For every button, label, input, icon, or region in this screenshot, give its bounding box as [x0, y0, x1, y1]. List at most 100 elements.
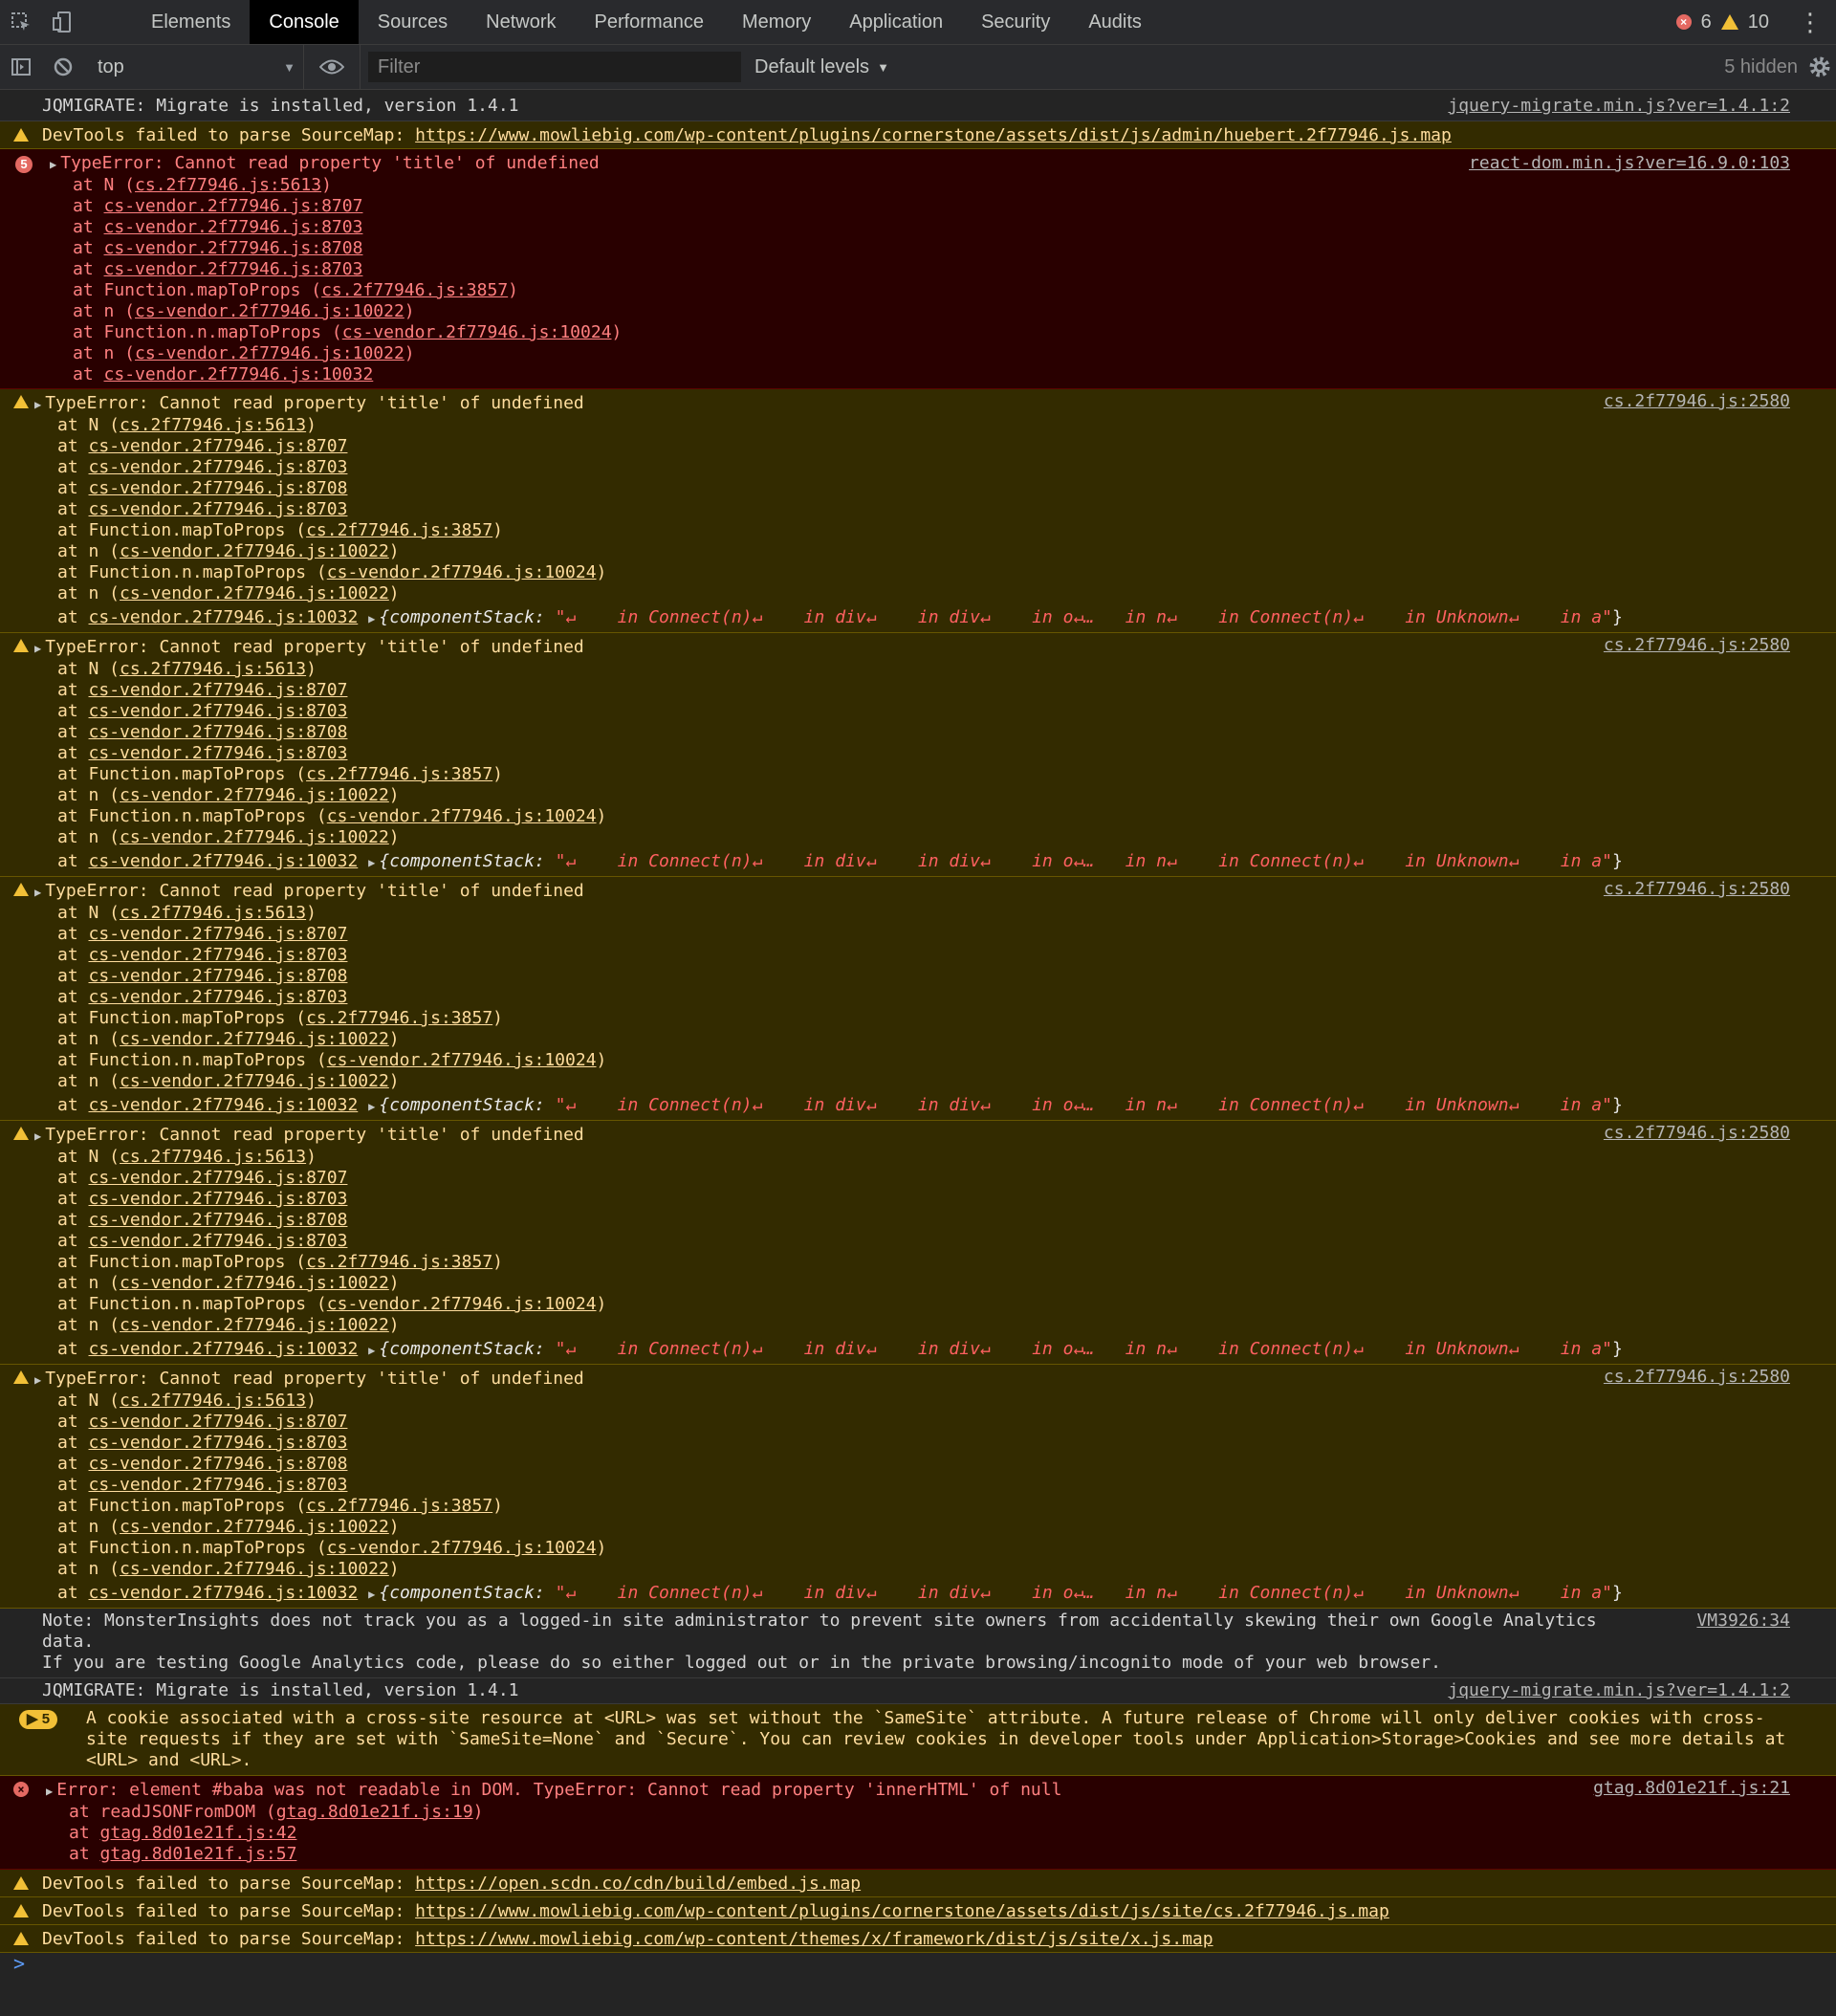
- stack-frame-link[interactable]: cs-vendor.2f77946.js:10022: [120, 1029, 389, 1049]
- stack-frame-link[interactable]: cs.2f77946.js:5613: [135, 175, 321, 195]
- stack-frame-link[interactable]: cs-vendor.2f77946.js:8703: [104, 217, 363, 237]
- stack-frame-link[interactable]: cs.2f77946.js:5613: [120, 1147, 306, 1167]
- message-source-link[interactable]: cs.2f77946.js:2580: [1604, 879, 1790, 900]
- stack-frame-link[interactable]: cs-vendor.2f77946.js:10022: [120, 1559, 389, 1579]
- sourcemap-link[interactable]: https://open.scdn.co/cdn/build/embed.js.…: [415, 1874, 861, 1894]
- stack-frame-link[interactable]: cs.2f77946.js:3857: [306, 764, 492, 784]
- stack-frame-link[interactable]: cs-vendor.2f77946.js:8708: [89, 1210, 348, 1230]
- console-prompt[interactable]: >: [0, 1953, 1836, 1974]
- stack-frame-link[interactable]: cs.2f77946.js:5613: [120, 415, 306, 435]
- stack-frame-link[interactable]: cs-vendor.2f77946.js:8707: [104, 196, 363, 216]
- gear-icon[interactable]: [1807, 55, 1832, 84]
- stack-frame-link[interactable]: cs-vendor.2f77946.js:8707: [89, 1168, 348, 1188]
- stack-frame-link[interactable]: cs-vendor.2f77946.js:10024: [327, 1050, 597, 1070]
- stack-frame-link[interactable]: cs-vendor.2f77946.js:10032: [89, 1583, 359, 1603]
- tab-sources[interactable]: Sources: [359, 0, 467, 44]
- stack-frame-link[interactable]: cs-vendor.2f77946.js:10032: [89, 1095, 359, 1115]
- message-source-link[interactable]: cs.2f77946.js:2580: [1604, 1123, 1790, 1144]
- tab-application[interactable]: Application: [830, 0, 962, 44]
- stack-frame-link[interactable]: cs.2f77946.js:3857: [306, 1008, 492, 1028]
- message-source-link[interactable]: react-dom.min.js?ver=16.9.0:103: [1469, 153, 1790, 174]
- tab-elements[interactable]: Elements: [132, 0, 250, 44]
- warning-count-badge[interactable]: ▶ 5: [19, 1708, 58, 1729]
- stack-frame-link[interactable]: cs-vendor.2f77946.js:10024: [327, 1294, 597, 1314]
- message-text[interactable]: ▶ TypeError: Cannot read property 'title'…: [34, 637, 1798, 659]
- stack-frame-link[interactable]: cs-vendor.2f77946.js:10024: [327, 1538, 597, 1558]
- stack-frame-link[interactable]: cs-vendor.2f77946.js:8703: [89, 499, 348, 519]
- stack-frame-link[interactable]: cs-vendor.2f77946.js:8707: [89, 924, 348, 944]
- tab-performance[interactable]: Performance: [576, 0, 724, 44]
- stack-frame-link[interactable]: cs.2f77946.js:3857: [306, 520, 492, 540]
- stack-frame-link[interactable]: cs-vendor.2f77946.js:8703: [89, 987, 348, 1007]
- tab-memory[interactable]: Memory: [723, 0, 830, 44]
- component-stack-object[interactable]: {componentStack: "↵ in Connect(n)↵ in di…: [379, 607, 1622, 627]
- stack-frame-link[interactable]: cs.2f77946.js:5613: [120, 659, 306, 679]
- expand-triangle-icon[interactable]: ▶: [34, 886, 41, 899]
- stack-frame-link[interactable]: cs-vendor.2f77946.js:10022: [120, 1315, 389, 1335]
- message-source-link[interactable]: cs.2f77946.js:2580: [1604, 1367, 1790, 1388]
- stack-frame-link[interactable]: gtag.8d01e21f.js:19: [276, 1802, 473, 1822]
- stack-frame-link[interactable]: cs-vendor.2f77946.js:10022: [120, 1273, 389, 1293]
- live-expression-eye-icon[interactable]: [304, 45, 361, 89]
- component-stack-object[interactable]: {componentStack: "↵ in Connect(n)↵ in di…: [379, 851, 1622, 871]
- expand-triangle-icon[interactable]: ▶: [368, 1344, 375, 1357]
- sourcemap-link[interactable]: https://www.mowliebig.com/wp-content/plu…: [415, 1901, 1389, 1921]
- message-source-link[interactable]: jquery-migrate.min.js?ver=1.4.1:2: [1448, 1680, 1790, 1701]
- filter-input[interactable]: [368, 52, 741, 82]
- device-toolbar-icon[interactable]: [42, 0, 84, 44]
- expand-triangle-icon[interactable]: ▶: [368, 856, 375, 869]
- message-text[interactable]: ▶ Error: element #baba was not readable i…: [42, 1780, 1798, 1802]
- stack-frame-link[interactable]: cs-vendor.2f77946.js:10024: [327, 806, 597, 826]
- stack-frame-link[interactable]: cs-vendor.2f77946.js:8708: [89, 722, 348, 742]
- tab-security[interactable]: Security: [962, 0, 1069, 44]
- stack-frame-link[interactable]: cs-vendor.2f77946.js:8708: [89, 966, 348, 986]
- message-source-link[interactable]: VM3926:34: [1696, 1611, 1790, 1632]
- stack-frame-link[interactable]: cs-vendor.2f77946.js:10022: [135, 343, 404, 363]
- message-source-link[interactable]: cs.2f77946.js:2580: [1604, 391, 1790, 412]
- stack-frame-link[interactable]: gtag.8d01e21f.js:42: [100, 1823, 297, 1843]
- stack-frame-link[interactable]: cs.2f77946.js:3857: [306, 1252, 492, 1272]
- sourcemap-link[interactable]: https://www.mowliebig.com/wp-content/the…: [415, 1929, 1213, 1949]
- stack-frame-link[interactable]: cs-vendor.2f77946.js:8703: [89, 701, 348, 721]
- stack-frame-link[interactable]: cs-vendor.2f77946.js:8703: [89, 1231, 348, 1251]
- stack-frame-link[interactable]: cs-vendor.2f77946.js:8703: [89, 457, 348, 477]
- component-stack-object[interactable]: {componentStack: "↵ in Connect(n)↵ in di…: [379, 1339, 1622, 1359]
- stack-frame-link[interactable]: cs-vendor.2f77946.js:8703: [89, 1475, 348, 1495]
- component-stack-object[interactable]: {componentStack: "↵ in Connect(n)↵ in di…: [379, 1095, 1622, 1115]
- sourcemap-link[interactable]: https://www.mowliebig.com/wp-content/plu…: [415, 125, 1452, 145]
- stack-frame-link[interactable]: cs-vendor.2f77946.js:10024: [327, 562, 597, 582]
- stack-frame-link[interactable]: cs.2f77946.js:5613: [120, 1391, 306, 1411]
- tab-network[interactable]: Network: [467, 0, 575, 44]
- expand-triangle-icon[interactable]: ▶: [34, 642, 41, 655]
- stack-frame-link[interactable]: cs-vendor.2f77946.js:10022: [120, 1517, 389, 1537]
- stack-frame-link[interactable]: cs-vendor.2f77946.js:10022: [120, 541, 389, 561]
- expand-triangle-icon[interactable]: ▶: [368, 612, 375, 625]
- stack-frame-link[interactable]: cs-vendor.2f77946.js:8708: [89, 1454, 348, 1474]
- stack-frame-link[interactable]: cs.2f77946.js:5613: [120, 903, 306, 923]
- stack-frame-link[interactable]: cs-vendor.2f77946.js:10022: [120, 583, 389, 603]
- message-text[interactable]: ▶ TypeError: Cannot read property 'title'…: [34, 881, 1798, 903]
- stack-frame-link[interactable]: cs.2f77946.js:3857: [306, 1496, 492, 1516]
- stack-frame-link[interactable]: cs-vendor.2f77946.js:10022: [120, 785, 389, 805]
- expand-triangle-icon[interactable]: ▶: [34, 1373, 41, 1387]
- expand-triangle-icon[interactable]: ▶: [368, 1588, 375, 1601]
- expand-triangle-icon[interactable]: ▶: [46, 1785, 53, 1798]
- inspect-element-icon[interactable]: [0, 0, 42, 44]
- message-source-link[interactable]: jquery-migrate.min.js?ver=1.4.1:2: [1448, 96, 1790, 117]
- stack-frame-link[interactable]: cs-vendor.2f77946.js:8703: [89, 1433, 348, 1453]
- tab-audits[interactable]: Audits: [1069, 0, 1161, 44]
- stack-frame-link[interactable]: cs-vendor.2f77946.js:10024: [342, 322, 612, 342]
- stack-frame-link[interactable]: cs-vendor.2f77946.js:8707: [89, 680, 348, 700]
- stack-frame-link[interactable]: cs-vendor.2f77946.js:8708: [104, 238, 363, 258]
- stack-frame-link[interactable]: cs-vendor.2f77946.js:10032: [89, 1339, 359, 1359]
- stack-frame-link[interactable]: cs-vendor.2f77946.js:8703: [104, 259, 363, 279]
- stack-frame-link[interactable]: gtag.8d01e21f.js:57: [100, 1844, 297, 1864]
- expand-triangle-icon[interactable]: ▶: [34, 398, 41, 411]
- stack-frame-link[interactable]: cs-vendor.2f77946.js:8703: [89, 743, 348, 763]
- message-text[interactable]: ▶ TypeError: Cannot read property 'title'…: [34, 1369, 1798, 1391]
- tab-console[interactable]: Console: [250, 0, 359, 44]
- stack-frame-link[interactable]: cs-vendor.2f77946.js:8707: [89, 1412, 348, 1432]
- message-text[interactable]: ▶ TypeError: Cannot read property 'title'…: [34, 1125, 1798, 1147]
- message-source-link[interactable]: cs.2f77946.js:2580: [1604, 635, 1790, 656]
- sidebar-toggle-icon[interactable]: [0, 56, 42, 77]
